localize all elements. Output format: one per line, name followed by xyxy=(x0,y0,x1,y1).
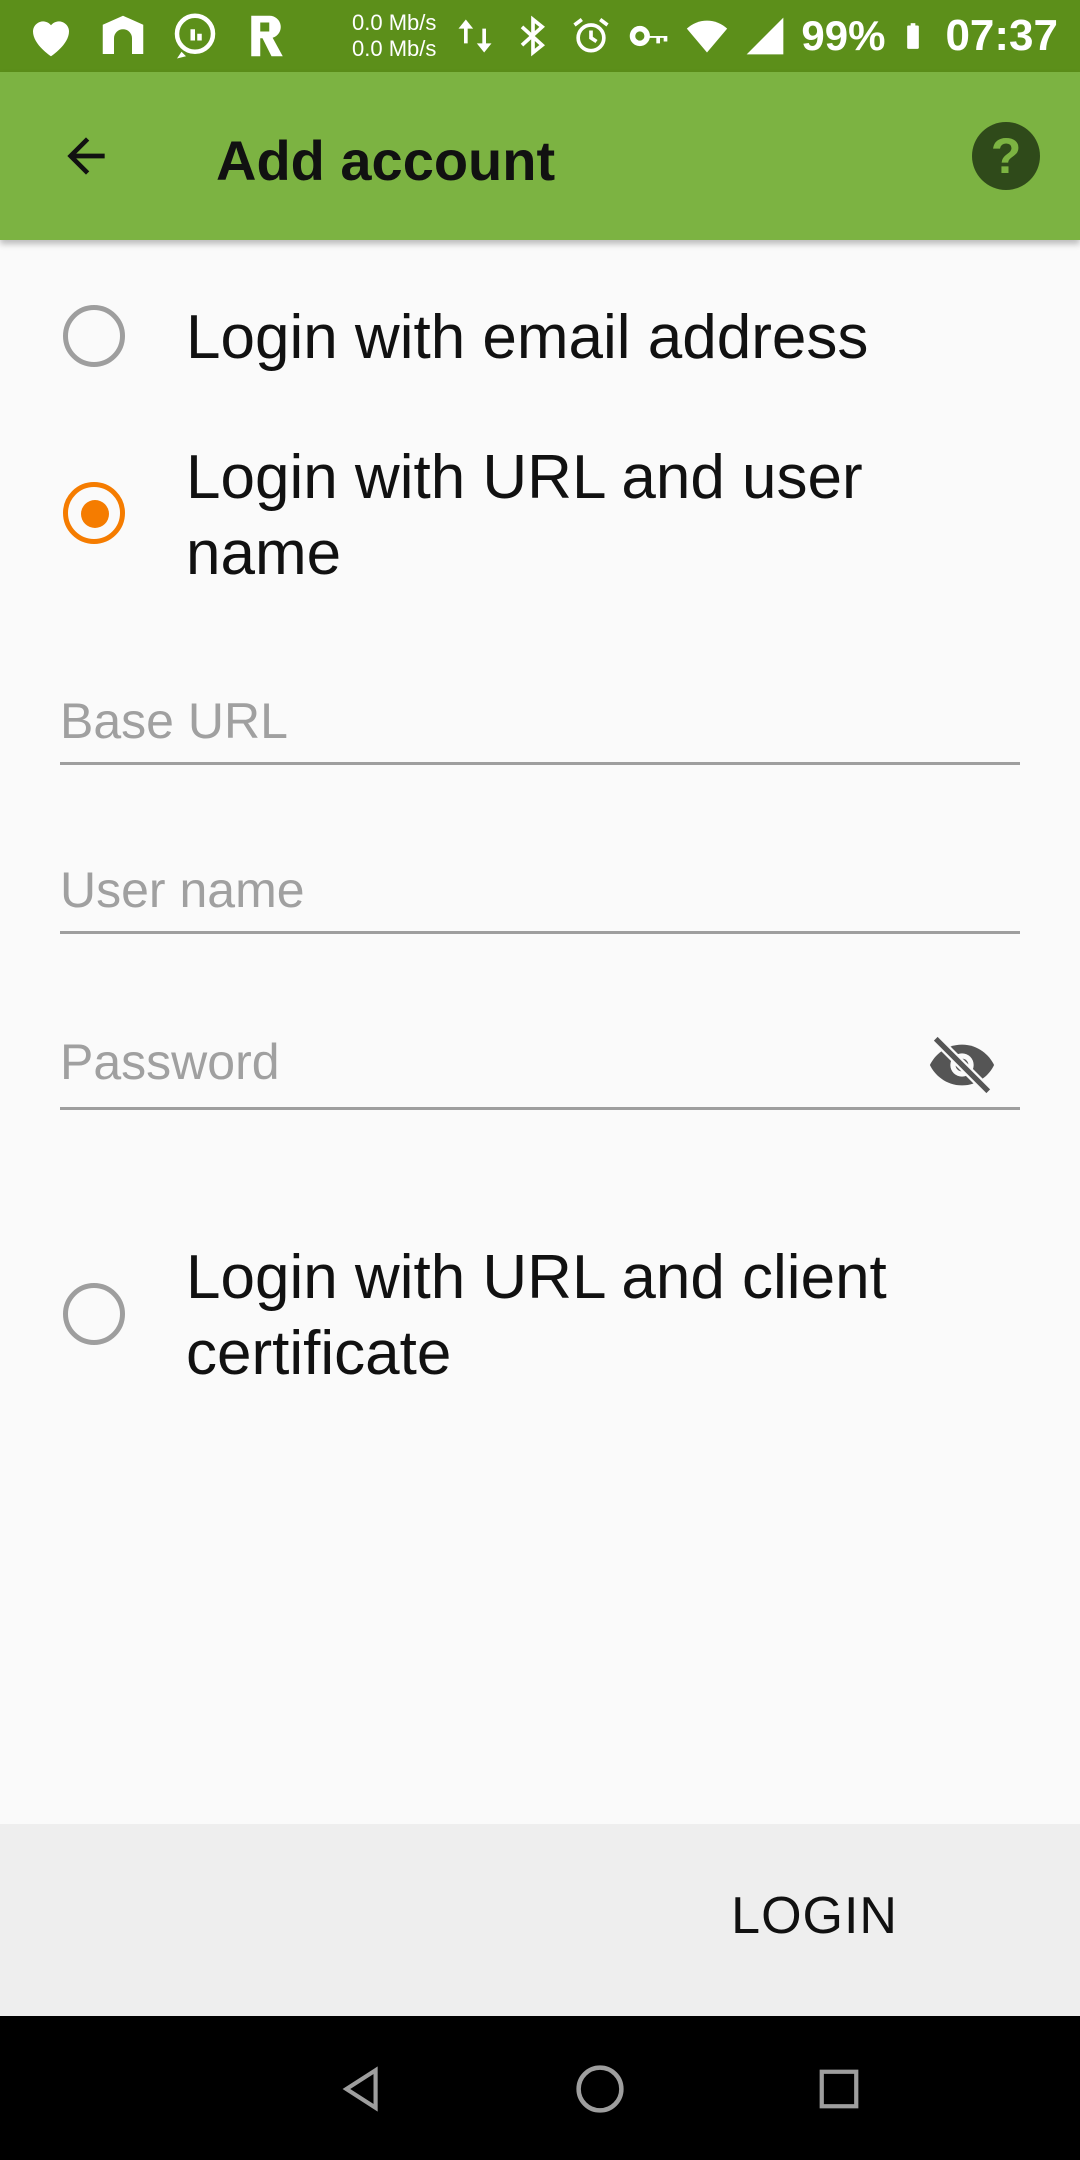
radio-ring xyxy=(63,1283,125,1345)
battery-icon xyxy=(907,23,920,49)
page-title: Add account xyxy=(216,129,556,192)
system-icons: 99% 07:37 xyxy=(453,0,1058,72)
net-up-text: 0.0 Mb/s xyxy=(352,10,437,35)
signal-icon xyxy=(747,17,784,55)
net-down-text: 0.0 Mb/s xyxy=(352,36,437,61)
arrow-back-icon xyxy=(67,137,105,175)
nav-home-button[interactable] xyxy=(565,2054,635,2124)
chat-app-icon xyxy=(174,13,216,59)
login-button[interactable]: LOGIN xyxy=(731,1886,898,1946)
base-url-field xyxy=(60,686,1020,765)
status-bar: 0.0 Mb/s 0.0 Mb/s 99% 07:37 xyxy=(0,0,1080,72)
bluetooth-icon xyxy=(521,15,546,57)
user-name-field xyxy=(60,855,1020,934)
bottom-action-bar: LOGIN xyxy=(0,1824,1080,2016)
system-navigation-bar xyxy=(0,2016,1080,2160)
network-speed: 0.0 Mb/s 0.0 Mb/s xyxy=(352,10,436,62)
password-field xyxy=(60,1027,1020,1110)
radio-login-email[interactable] xyxy=(63,305,125,367)
nav-home-icon xyxy=(576,2065,624,2113)
wifi-icon xyxy=(687,20,728,53)
nav-recents-button[interactable] xyxy=(804,2054,874,2124)
heart-icon xyxy=(33,21,69,57)
help-icon: ? xyxy=(990,128,1022,184)
app-bar: Add account ? xyxy=(0,72,1080,240)
notification-icons xyxy=(24,10,294,62)
nav-back-icon xyxy=(342,2066,378,2112)
user-name-input[interactable] xyxy=(60,855,1020,925)
shield-app-icon xyxy=(102,15,144,54)
back-button[interactable] xyxy=(44,114,128,198)
user-name-underline xyxy=(60,931,1020,934)
radio-dot xyxy=(81,500,109,528)
password-visibility-toggle[interactable] xyxy=(926,1035,998,1095)
password-input[interactable] xyxy=(60,1027,920,1097)
option-login-email-label[interactable]: Login with email address xyxy=(186,300,1006,376)
battery-percent: 99% xyxy=(801,12,886,59)
vpn-key-icon xyxy=(630,25,668,47)
base-url-underline xyxy=(60,762,1020,765)
password-underline xyxy=(60,1107,1020,1110)
visibility-off-icon xyxy=(929,1035,995,1095)
option-login-url-username-label[interactable]: Login with URL and user name xyxy=(186,440,1006,592)
alarm-icon xyxy=(573,18,609,53)
radio-login-url-certificate[interactable] xyxy=(63,1283,125,1345)
r-app-icon xyxy=(251,15,283,57)
help-button[interactable]: ? xyxy=(972,122,1040,190)
clock: 07:37 xyxy=(945,11,1058,60)
radio-ring xyxy=(63,305,125,367)
option-login-url-certificate-label[interactable]: Login with URL and client certificate xyxy=(186,1240,1006,1392)
nav-recents-icon xyxy=(819,2069,859,2109)
data-arrows-icon xyxy=(458,19,492,53)
radio-login-url-username[interactable] xyxy=(63,482,125,544)
base-url-input[interactable] xyxy=(60,686,1020,756)
nav-back-button[interactable] xyxy=(326,2054,396,2124)
